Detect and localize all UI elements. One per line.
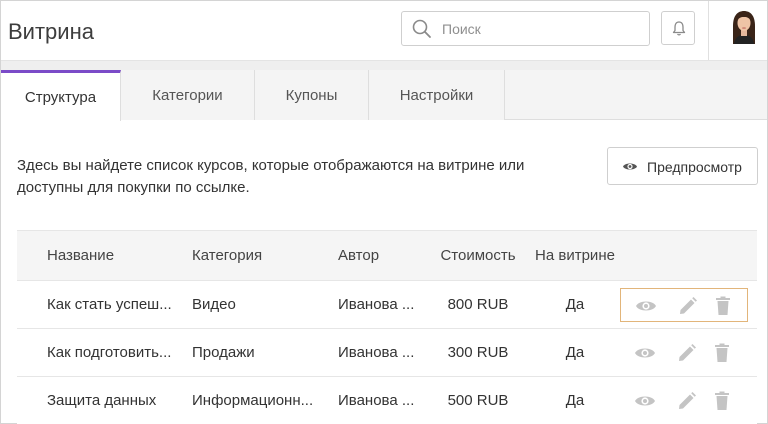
table-row[interactable]: Защита данных Информационн... Иванова ..… — [17, 377, 757, 424]
column-header-on-showcase[interactable]: На витрине — [531, 231, 619, 280]
cell-author: Иванова ... — [338, 296, 415, 313]
page-title: Витрина — [8, 19, 94, 44]
row-actions — [620, 336, 748, 370]
cell-author: Иванова ... — [338, 344, 415, 361]
table-header: Название Категория Автор Стоимость На ви… — [17, 230, 757, 281]
cell-price: 800 RUB — [447, 296, 509, 313]
header-separator — [1, 60, 767, 70]
edit-icon[interactable] — [677, 391, 697, 411]
edit-icon[interactable] — [677, 343, 697, 363]
table-row[interactable]: Как стать успеш... Видео Иванова ... 800… — [17, 281, 757, 329]
header-divider — [708, 1, 709, 60]
cell-author: Иванова ... — [338, 392, 415, 409]
tab-coupons[interactable]: Купоны — [255, 70, 369, 120]
cell-category: Продажи — [192, 344, 255, 361]
cell-name: Как подготовить... — [47, 344, 172, 361]
avatar[interactable] — [729, 10, 759, 44]
column-header-name[interactable]: Название — [47, 231, 187, 280]
tab-structure[interactable]: Структура — [1, 70, 121, 121]
cell-price: 300 RUB — [447, 344, 509, 361]
cell-on-showcase: Да — [565, 392, 585, 409]
search-box[interactable] — [401, 11, 650, 46]
header: Витрина — [1, 1, 767, 60]
search-icon — [412, 19, 432, 39]
preview-button-label: Предпросмотр — [647, 159, 742, 175]
table-row[interactable]: Как подготовить... Продажи Иванова ... 3… — [17, 329, 757, 377]
tab-bar: Структура Категории Купоны Настройки — [1, 70, 767, 121]
trash-icon[interactable] — [715, 296, 735, 316]
column-header-category[interactable]: Категория — [192, 231, 332, 280]
eye-icon[interactable] — [635, 296, 656, 316]
page-description: Здесь вы найдете список курсов, которые … — [17, 157, 525, 196]
cell-category: Информационн... — [192, 392, 314, 409]
row-actions — [620, 384, 748, 418]
preview-button[interactable]: Предпросмотр — [607, 147, 758, 185]
trash-icon[interactable] — [714, 343, 734, 363]
cell-category: Видео — [192, 296, 236, 313]
cell-name: Как стать успеш... — [47, 296, 172, 313]
eye-icon — [623, 163, 637, 170]
column-header-author[interactable]: Автор — [338, 231, 428, 280]
edit-icon[interactable] — [678, 296, 698, 316]
eye-icon[interactable] — [634, 343, 655, 363]
row-actions — [620, 288, 748, 322]
column-header-price[interactable]: Стоимость — [437, 231, 519, 280]
eye-icon[interactable] — [634, 391, 655, 411]
trash-icon[interactable] — [714, 391, 734, 411]
courses-table: Название Категория Автор Стоимость На ви… — [17, 230, 757, 424]
cell-price: 500 RUB — [447, 392, 509, 409]
notifications-button[interactable] — [661, 11, 695, 45]
cell-name: Защита данных — [47, 392, 157, 409]
search-input[interactable] — [442, 12, 642, 45]
tab-settings[interactable]: Настройки — [369, 70, 505, 120]
tab-categories[interactable]: Категории — [121, 70, 255, 120]
cell-on-showcase: Да — [565, 296, 585, 313]
cell-on-showcase: Да — [565, 344, 585, 361]
bell-icon — [672, 21, 686, 36]
